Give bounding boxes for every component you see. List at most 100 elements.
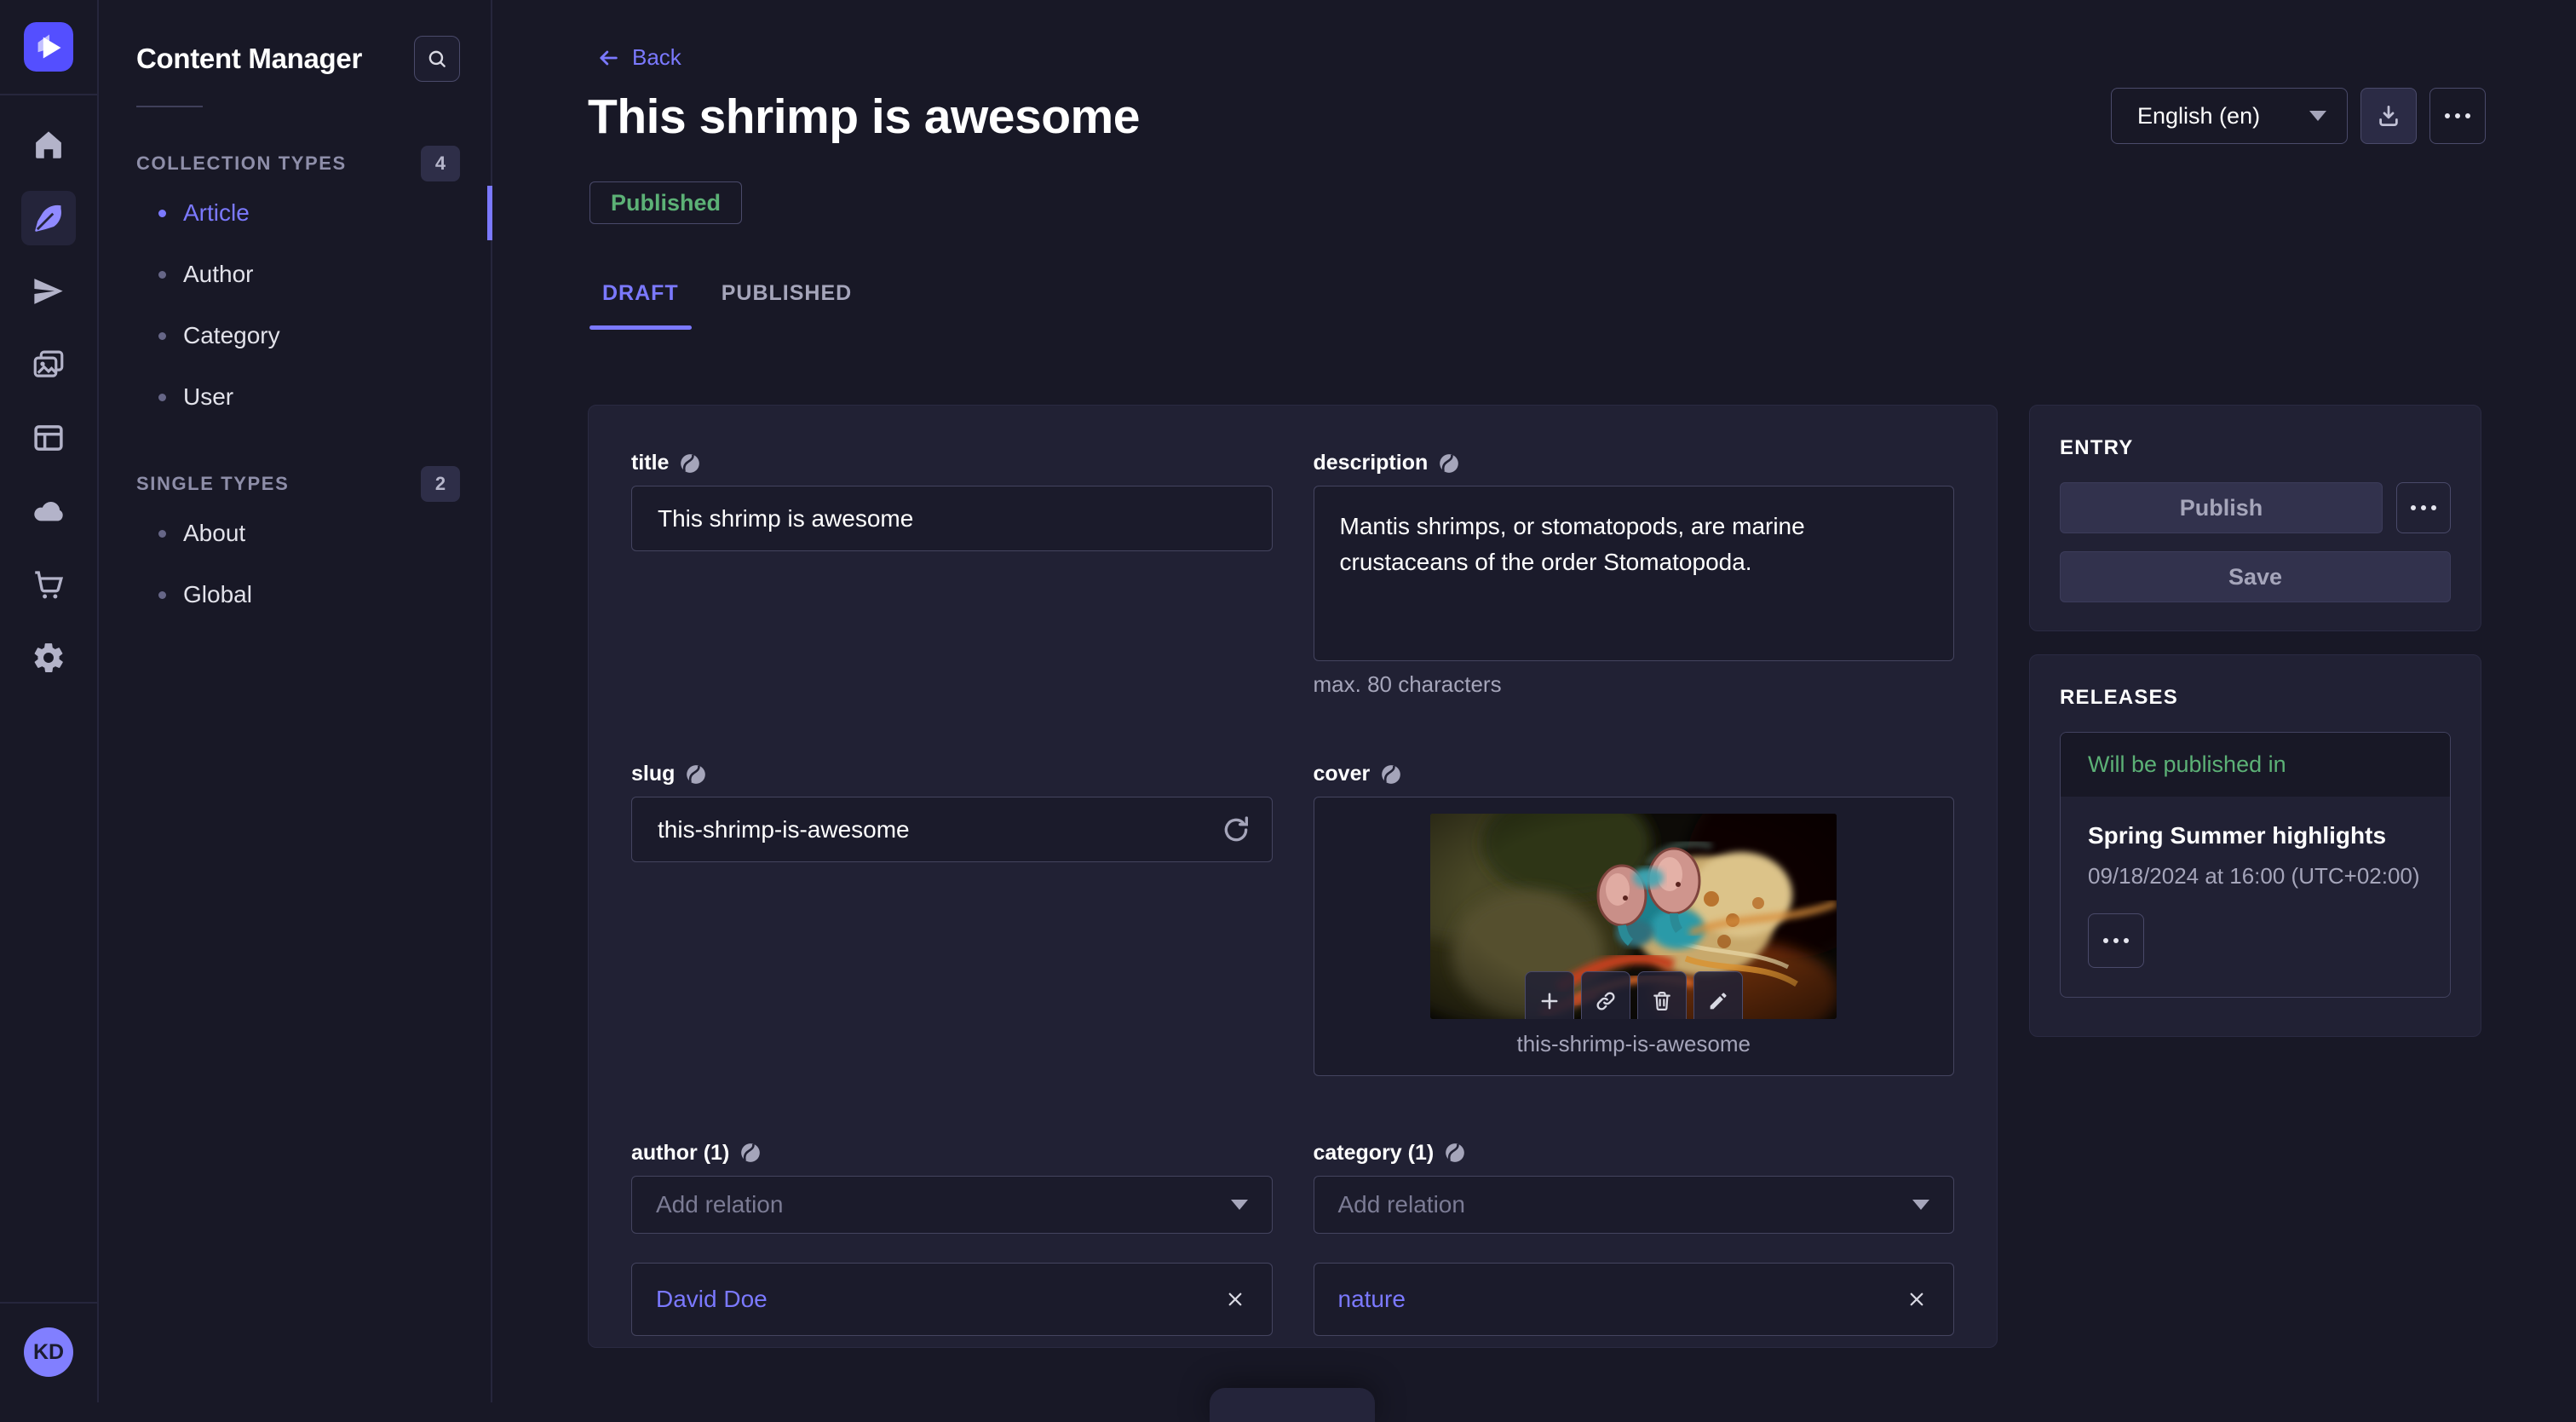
pencil-icon [1706,989,1730,1013]
cloud-icon[interactable] [21,484,76,538]
settings-gear-icon[interactable] [21,630,76,685]
cover-toolbar [1525,971,1743,1019]
globe-icon [1380,763,1402,786]
page-title: This shrimp is awesome [588,89,1140,145]
logo-section [0,0,98,95]
category-label: category (1) [1314,1141,1435,1166]
section-label: SINGLE TYPES [136,473,289,495]
delete-asset-button[interactable] [1637,971,1687,1019]
release-more-button[interactable] [2088,913,2144,968]
release-card: Will be published in Spring Summer highl… [2060,732,2451,998]
rail-footer: KD [0,1302,98,1402]
globe-icon [739,1142,762,1164]
home-icon[interactable] [21,118,76,172]
section-label: COLLECTION TYPES [136,153,347,175]
edit-asset-button[interactable] [1693,971,1743,1019]
cover-label: cover [1314,762,1371,786]
title-field: title [631,451,1273,551]
description-field: description Mantis shrimps, or stomatopo… [1314,451,1955,698]
bullet-icon [158,210,166,217]
collection-count-badge: 4 [421,146,460,181]
sidebar-item-user[interactable]: User [99,366,491,428]
globe-icon [1438,452,1460,475]
sidebar-item-global[interactable]: Global [99,564,491,625]
plus-icon [1538,989,1561,1013]
release-status: Will be published in [2061,733,2450,797]
chevron-down-icon [1231,1200,1248,1210]
relation-link[interactable]: David Doe [656,1286,768,1313]
bullet-icon [158,332,166,340]
slug-field: slug [631,762,1273,862]
remove-relation-icon[interactable] [1222,1287,1248,1312]
bullet-icon [158,271,166,279]
strapi-logo[interactable] [24,22,73,72]
bullet-icon [158,591,166,599]
category-field: category (1) Add relation nature [1314,1141,1955,1336]
entry-more-button[interactable] [2396,482,2451,533]
releases-icon[interactable] [21,264,76,319]
cover-image[interactable] [1430,814,1837,1019]
sidebar-item-about[interactable]: About [99,503,491,564]
release-schedule: 09/18/2024 at 16:00 (UTC+02:00) [2088,863,2423,889]
back-link[interactable]: Back [596,44,681,71]
media-library-icon[interactable] [21,337,76,392]
sidebar-item-article[interactable]: Article [99,182,491,244]
sidebar-item-category[interactable]: Category [99,305,491,366]
regenerate-icon[interactable] [1219,813,1253,847]
slug-input[interactable] [658,816,1246,843]
bottom-cutoff-button[interactable] [1210,1388,1375,1422]
header-actions: English (en) [2111,88,2486,144]
cover-media-card: this-shrimp-is-awesome [1314,797,1955,1076]
version-tabs: DRAFT PUBLISHED [589,281,865,330]
cover-filename: this-shrimp-is-awesome [1517,1031,1751,1057]
content-type-builder-icon[interactable] [21,411,76,465]
release-name: Spring Summer highlights [2088,822,2423,849]
export-button[interactable] [2360,88,2417,144]
arrow-left-icon [596,46,620,70]
search-icon [426,48,448,70]
category-relation-item: nature [1314,1263,1955,1336]
ellipsis-icon [2103,938,2129,943]
ellipsis-icon [2445,113,2470,118]
add-asset-button[interactable] [1525,971,1574,1019]
description-label: description [1314,451,1429,475]
user-avatar[interactable]: KD [24,1327,73,1377]
entry-panel: ENTRY Publish Save [2029,405,2481,631]
cover-field: cover [1314,762,1955,1076]
status-badge: Published [589,181,742,224]
chevron-down-icon [2309,111,2326,121]
publish-button[interactable]: Publish [2060,482,2383,533]
bullet-icon [158,394,166,401]
sidebar-item-author[interactable]: Author [99,244,491,305]
save-button[interactable]: Save [2060,551,2451,602]
title-label: title [631,451,669,475]
globe-icon [1444,1142,1466,1164]
header-more-button[interactable] [2429,88,2486,144]
remove-relation-icon[interactable] [1904,1287,1929,1312]
tab-draft[interactable]: DRAFT [589,281,692,330]
releases-panel: RELEASES Will be published in Spring Sum… [2029,654,2481,1037]
copy-link-button[interactable] [1581,971,1630,1019]
title-input[interactable] [658,505,1246,533]
subnav-title: Content Manager [136,43,362,75]
single-types-section: SINGLE TYPES 2 About Global [99,465,491,625]
ellipsis-icon [2411,505,2436,510]
search-button[interactable] [414,36,460,82]
relation-link[interactable]: nature [1338,1286,1406,1313]
tab-published[interactable]: PUBLISHED [709,281,865,330]
content-manager-icon[interactable] [21,191,76,245]
author-relation-select[interactable]: Add relation [631,1176,1273,1234]
download-icon [2376,103,2401,129]
category-relation-select[interactable]: Add relation [1314,1176,1955,1234]
edit-form-panel: title description Mantis shrimps, or sto… [588,405,1998,1348]
globe-icon [685,763,707,786]
description-textarea[interactable]: Mantis shrimps, or stomatopods, are mari… [1314,486,1955,661]
author-label: author (1) [631,1141,729,1166]
locale-select[interactable]: English (en) [2111,88,2348,144]
content-manager-subnav: Content Manager COLLECTION TYPES 4 Artic… [99,0,492,1402]
releases-heading: RELEASES [2060,686,2451,710]
collection-types-section: COLLECTION TYPES 4 Article Author Catego… [99,145,491,428]
link-icon [1594,989,1618,1013]
marketplace-icon[interactable] [21,557,76,612]
globe-icon [679,452,701,475]
